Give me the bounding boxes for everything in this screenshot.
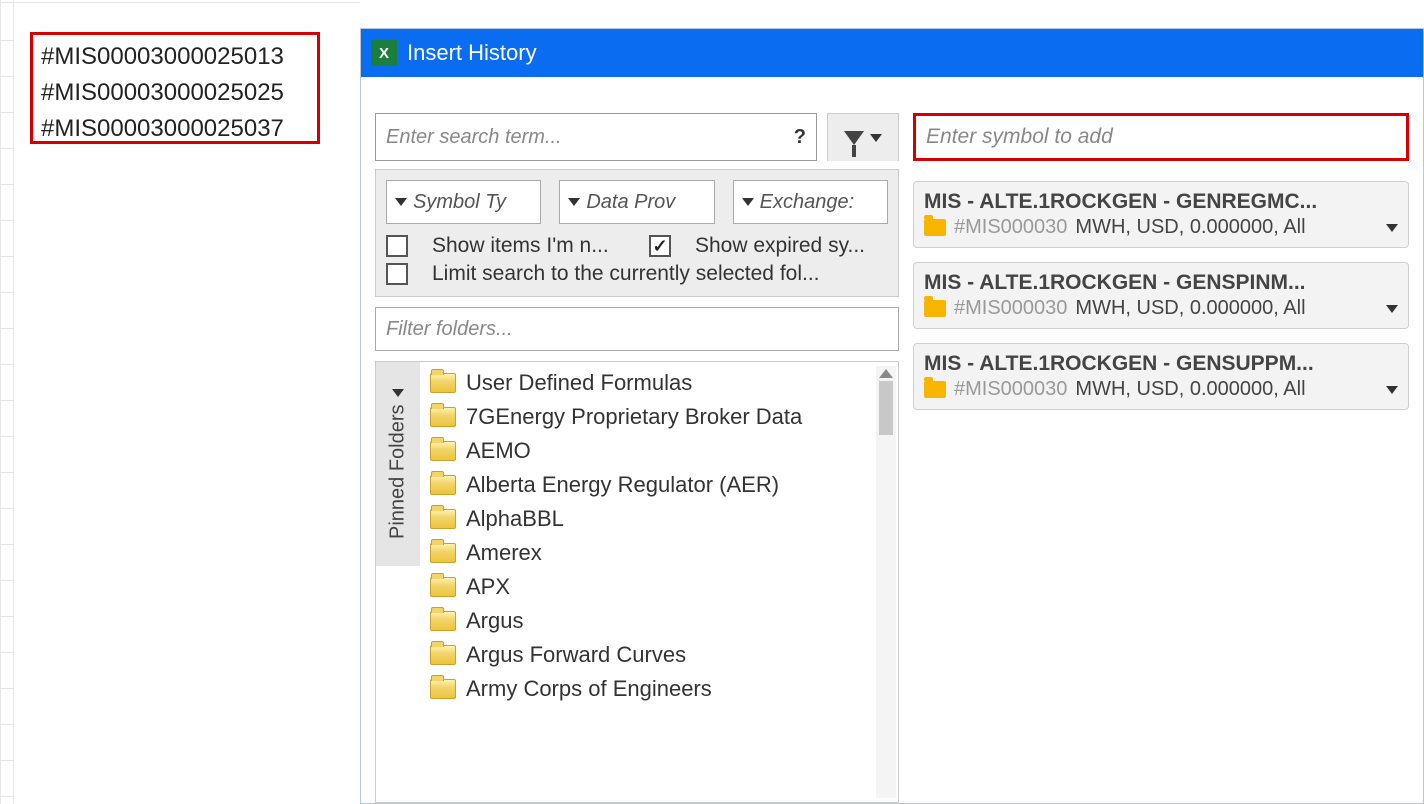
- folder-icon: [924, 300, 946, 317]
- limit-search-label: Limit search to the currently selected f…: [432, 262, 820, 286]
- symbol-details: MWH, USD, 0.000000, All: [1075, 378, 1305, 401]
- folder-icon: [430, 509, 456, 529]
- titlebar[interactable]: Insert History: [361, 29, 1423, 77]
- chevron-down-icon[interactable]: [1386, 386, 1398, 394]
- folder-icon: [430, 543, 456, 563]
- folder-icon: [430, 679, 456, 699]
- tree-item[interactable]: Argus: [420, 604, 898, 638]
- exchanges-dropdown[interactable]: Exchange:: [733, 180, 888, 224]
- spreadsheet-region: #MIS00003000025013 #MIS00003000025025 #M…: [0, 0, 360, 804]
- symbol-title: MIS - ALTE.1ROCKGEN - GENREGMC...: [924, 190, 1398, 214]
- symbol-title: MIS - ALTE.1ROCKGEN - GENSPINM...: [924, 271, 1398, 295]
- cell-value[interactable]: #MIS00003000025025: [41, 75, 309, 111]
- show-expired-checkbox[interactable]: [649, 235, 671, 257]
- tree-item[interactable]: User Defined Formulas: [420, 366, 898, 400]
- scroll-thumb[interactable]: [879, 381, 893, 435]
- symbol-details: MWH, USD, 0.000000, All: [1075, 216, 1305, 239]
- left-pane: Enter search term... ? Symbol Ty D: [375, 113, 899, 803]
- pinned-folders-tab[interactable]: Pinned Folders: [376, 362, 420, 566]
- folder-icon: [924, 381, 946, 398]
- folder-icon: [430, 577, 456, 597]
- folder-icon: [430, 407, 456, 427]
- folder-list[interactable]: User Defined Formulas 7GEnergy Proprieta…: [420, 362, 898, 802]
- funnel-icon: [844, 131, 864, 145]
- chevron-down-icon: [395, 198, 407, 206]
- tree-item[interactable]: AlphaBBL: [420, 502, 898, 536]
- show-items-checkbox[interactable]: [386, 235, 408, 257]
- chevron-down-icon: [870, 134, 882, 142]
- tree-item[interactable]: Argus Forward Curves: [420, 638, 898, 672]
- chevron-down-icon[interactable]: [1386, 305, 1398, 313]
- filter-toggle-button[interactable]: [827, 113, 899, 161]
- folder-icon: [430, 611, 456, 631]
- symbol-code: #MIS000030: [954, 378, 1067, 401]
- chevron-right-icon: [392, 389, 404, 397]
- tree-item[interactable]: Amerex: [420, 536, 898, 570]
- dialog-title: Insert History: [407, 40, 537, 66]
- tree-item[interactable]: 7GEnergy Proprietary Broker Data: [420, 400, 898, 434]
- filters-panel: Symbol Ty Data Prov Exchange: Show items…: [375, 169, 899, 297]
- right-pane: Enter symbol to add MIS - ALTE.1ROCKGEN …: [913, 113, 1409, 803]
- data-provider-dropdown[interactable]: Data Prov: [559, 180, 714, 224]
- symbol-title: MIS - ALTE.1ROCKGEN - GENSUPPM...: [924, 352, 1398, 376]
- insert-history-dialog: Insert History Enter search term... ?: [360, 28, 1424, 804]
- folder-icon: [430, 645, 456, 665]
- symbol-card[interactable]: MIS - ALTE.1ROCKGEN - GENSPINM... #MIS00…: [913, 262, 1409, 329]
- cell-value[interactable]: #MIS00003000025013: [41, 39, 309, 75]
- folder-filter-input[interactable]: Filter folders...: [375, 307, 899, 351]
- limit-search-checkbox[interactable]: [386, 263, 408, 285]
- symbol-card[interactable]: MIS - ALTE.1ROCKGEN - GENSUPPM... #MIS00…: [913, 343, 1409, 410]
- symbol-code: #MIS000030: [954, 297, 1067, 320]
- symbol-card[interactable]: MIS - ALTE.1ROCKGEN - GENREGMC... #MIS00…: [913, 181, 1409, 248]
- symbol-code: #MIS000030: [954, 216, 1067, 239]
- tree-item[interactable]: Army Corps of Engineers: [420, 672, 898, 706]
- chevron-down-icon: [742, 198, 754, 206]
- show-expired-label: Show expired sy...: [695, 234, 888, 258]
- excel-icon: [371, 40, 397, 66]
- scrollbar[interactable]: [876, 366, 896, 798]
- tree-item[interactable]: Alberta Energy Regulator (AER): [420, 468, 898, 502]
- symbol-add-input[interactable]: Enter symbol to add: [913, 113, 1409, 161]
- search-help-icon[interactable]: ?: [794, 126, 806, 149]
- symbol-details: MWH, USD, 0.000000, All: [1075, 297, 1305, 320]
- show-items-label: Show items I'm n...: [432, 234, 625, 258]
- chevron-down-icon: [568, 198, 580, 206]
- scroll-up-icon[interactable]: [879, 369, 893, 378]
- chevron-down-icon[interactable]: [1386, 224, 1398, 232]
- symbol-type-dropdown[interactable]: Symbol Ty: [386, 180, 541, 224]
- search-input[interactable]: Enter search term... ?: [375, 113, 817, 161]
- search-placeholder: Enter search term...: [386, 126, 562, 149]
- folder-tree: Pinned Folders User Defined Formulas 7GE…: [375, 361, 899, 803]
- tree-item[interactable]: APX: [420, 570, 898, 604]
- folder-icon: [430, 373, 456, 393]
- cell-value[interactable]: #MIS00003000025037: [41, 111, 309, 147]
- folder-icon: [430, 475, 456, 495]
- tree-item[interactable]: AEMO: [420, 434, 898, 468]
- folder-icon: [430, 441, 456, 461]
- folder-icon: [924, 219, 946, 236]
- highlighted-cells: #MIS00003000025013 #MIS00003000025025 #M…: [30, 32, 320, 144]
